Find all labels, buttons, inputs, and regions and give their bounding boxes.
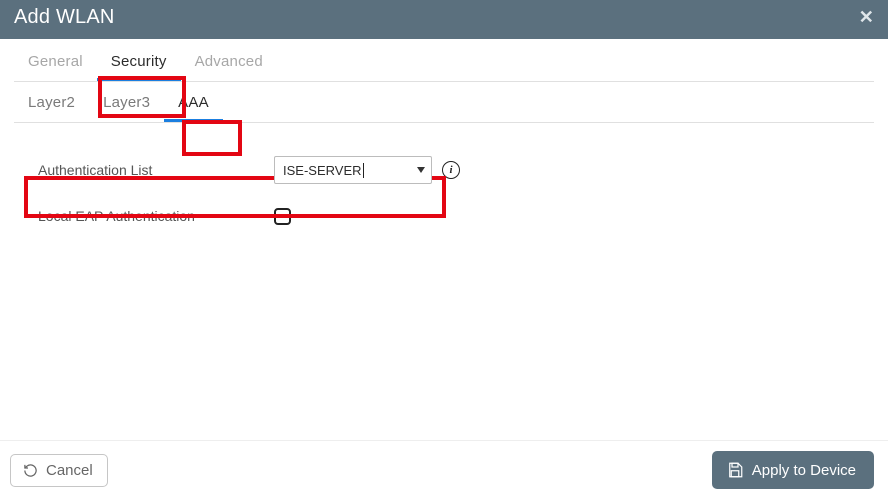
subtab-layer3[interactable]: Layer3 <box>89 84 164 122</box>
aaa-form: Authentication List ISE-SERVER i Local E… <box>0 123 888 239</box>
subtab-layer2[interactable]: Layer2 <box>14 84 89 122</box>
authentication-list-value: ISE-SERVER <box>283 163 362 178</box>
chevron-down-icon <box>417 167 425 173</box>
modal-content: General Security Advanced Layer2 Layer3 … <box>0 39 888 440</box>
label-authentication-list: Authentication List <box>28 162 270 178</box>
cancel-button[interactable]: Cancel <box>10 454 108 487</box>
info-icon[interactable]: i <box>442 161 460 179</box>
modal-footer: Cancel Apply to Device <box>0 440 888 501</box>
tab-advanced[interactable]: Advanced <box>181 43 277 81</box>
label-local-eap: Local EAP Authentication <box>28 208 270 224</box>
apply-label: Apply to Device <box>752 463 856 478</box>
subtab-aaa[interactable]: AAA <box>164 84 223 122</box>
save-icon <box>726 461 744 479</box>
modal-title: Add WLAN <box>14 6 115 29</box>
secondary-tabs: Layer2 Layer3 AAA <box>14 84 888 122</box>
row-local-eap: Local EAP Authentication <box>28 193 888 239</box>
authentication-list-select[interactable]: ISE-SERVER <box>274 156 432 184</box>
primary-tab-separator <box>14 81 874 82</box>
field-local-eap <box>270 204 297 229</box>
close-icon[interactable]: ✕ <box>859 6 874 26</box>
undo-icon <box>23 463 38 478</box>
modal-titlebar: Add WLAN ✕ <box>0 0 888 39</box>
local-eap-checkbox[interactable] <box>274 208 291 225</box>
primary-tabs: General Security Advanced <box>14 43 888 81</box>
row-authentication-list: Authentication List ISE-SERVER i <box>28 147 888 193</box>
field-authentication-list: ISE-SERVER i <box>270 152 466 188</box>
cancel-label: Cancel <box>46 463 93 478</box>
apply-button[interactable]: Apply to Device <box>712 451 874 489</box>
text-cursor <box>363 163 364 178</box>
tab-general[interactable]: General <box>14 43 97 81</box>
tab-security[interactable]: Security <box>97 43 181 81</box>
